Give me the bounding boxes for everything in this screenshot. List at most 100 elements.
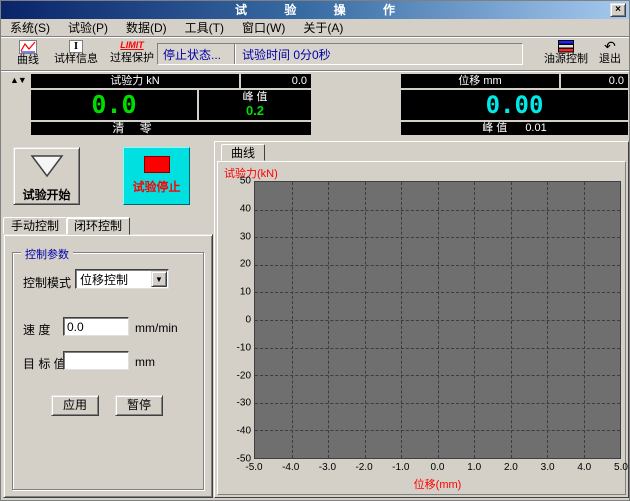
up-down-arrows-icon: ▲▼	[10, 75, 26, 85]
x-tick-label: -5.0	[245, 462, 262, 473]
test-start-button[interactable]: 试验开始	[13, 147, 80, 205]
y-tick-label: 0	[245, 315, 251, 326]
menu-item-工具(T)[interactable]: 工具(T)	[176, 20, 233, 36]
chevron-down-icon[interactable]: ▼	[151, 271, 167, 287]
machine-status-text: 停止状态...	[158, 46, 234, 63]
x-tick-label: 1.0	[467, 462, 481, 473]
force-peak-value: 0.2	[199, 104, 311, 118]
displacement-peak-value: 0.01	[525, 122, 546, 135]
speed-input[interactable]	[63, 317, 129, 336]
speed-label: 速 度	[23, 321, 50, 338]
displacement-panel-title: 位移 mm	[401, 74, 559, 88]
start-triangle-icon	[28, 153, 66, 179]
force-zero-button[interactable]: 清 零	[31, 122, 311, 135]
window-title: 试 验 操 作	[1, 1, 629, 19]
chart-content: 试验力(kN) 50403020100-10-20-30-40-50 -5.0-…	[217, 161, 626, 495]
x-tick-label: -1.0	[392, 462, 409, 473]
test-time-text: 试验时间 0分0秒	[235, 46, 331, 63]
tab-闭环控制[interactable]: 闭环控制	[66, 217, 130, 235]
control-mode-value: 位移控制	[76, 271, 151, 288]
gridline-horizontal	[255, 375, 620, 376]
force-peak-box: 峰 值 0.2	[199, 90, 311, 120]
gridline-vertical	[511, 182, 512, 458]
status-box: 停止状态... 试验时间 0分0秒	[157, 43, 523, 65]
y-tick-label: -40	[237, 426, 251, 437]
menu-item-系统(S)[interactable]: 系统(S)	[1, 20, 59, 36]
y-tick-label: 30	[240, 231, 251, 242]
sample-info-icon: I	[69, 40, 83, 53]
x-tick-label: 4.0	[577, 462, 591, 473]
control-mode-select[interactable]: 位移控制 ▼	[75, 269, 169, 289]
x-tick-label: 2.0	[504, 462, 518, 473]
title-bar: 试 验 操 作 ×	[1, 1, 629, 19]
y-tick-label: -10	[237, 342, 251, 353]
control-tab-page: 控制参数 控制模式 位移控制 ▼ 速 度 mm/min 目 标 值 mm 应用 …	[3, 234, 213, 498]
limit-icon: LIMIT	[105, 39, 159, 52]
target-value-input[interactable]	[63, 351, 129, 370]
exit-icon: ↶	[595, 39, 625, 53]
gridline-vertical	[584, 182, 585, 458]
menu-item-数据(D)[interactable]: 数据(D)	[117, 20, 176, 36]
oil-source-toolbar-button[interactable]: 油源控制	[542, 39, 590, 70]
force-small-value: 0.0	[241, 74, 311, 88]
tab-curve[interactable]: 曲线	[221, 144, 265, 161]
process-protect-button-label: 过程保护	[105, 52, 159, 65]
pause-button[interactable]: 暂停	[115, 395, 163, 416]
control-params-group-label: 控制参数	[21, 246, 73, 262]
force-panel-title: 试验力 kN	[31, 74, 239, 88]
oil-source-icon	[558, 40, 574, 53]
tab-手动控制[interactable]: 手动控制	[3, 217, 67, 234]
gridline-horizontal	[255, 348, 620, 349]
control-params-group: 控制参数 控制模式 位移控制 ▼ 速 度 mm/min 目 标 值 mm 应用 …	[12, 252, 204, 490]
exit-button-label: 退出	[595, 53, 625, 66]
x-axis-title: 位移(mm)	[254, 476, 621, 492]
x-tick-label: -4.0	[282, 462, 299, 473]
force-zero-label: 清 零	[31, 122, 239, 135]
target-value-label: 目 标 值	[23, 355, 66, 372]
y-tick-label: -20	[237, 370, 251, 381]
apply-button[interactable]: 应用	[51, 395, 99, 416]
force-peak-label: 峰 值	[199, 90, 311, 104]
displacement-small-value: 0.0	[561, 74, 628, 88]
displacement-panel: 位移 mm 0.0 0.00 峰 值 0.01	[401, 74, 628, 135]
curve-button-label: 曲线	[9, 54, 47, 67]
force-panel: ▲▼ 试验力 kN 0.0 0.0 峰 值 0.2 清 零	[9, 74, 311, 135]
oil-source-button-label: 油源控制	[542, 53, 590, 66]
control-mode-label: 控制模式	[23, 274, 71, 291]
y-axis-ticks: 50403020100-10-20-30-40-50	[218, 181, 251, 459]
control-tabs: 手动控制闭环控制	[3, 217, 129, 235]
x-tick-label: 0.0	[431, 462, 445, 473]
plot-area	[254, 181, 621, 459]
x-tick-label: 5.0	[614, 462, 628, 473]
displacement-main-display: 0.00	[401, 90, 628, 120]
toolbar: 曲线 I 试样信息 LIMIT 过程保护 停止状态... 试验时间 0分0秒 油…	[1, 38, 629, 71]
gridline-horizontal	[255, 430, 620, 431]
stop-square-icon	[144, 156, 170, 173]
x-tick-label: -3.0	[319, 462, 336, 473]
test-start-label: 试验开始	[14, 186, 79, 203]
speed-unit: mm/min	[135, 321, 178, 335]
close-icon[interactable]: ×	[610, 3, 626, 17]
y-tick-label: 10	[240, 287, 251, 298]
process-protect-toolbar-button[interactable]: LIMIT 过程保护	[105, 39, 159, 70]
curve-toolbar-button[interactable]: 曲线	[9, 39, 47, 70]
sample-info-toolbar-button[interactable]: I 试样信息	[51, 39, 101, 70]
exit-toolbar-button[interactable]: ↶ 退出	[595, 39, 625, 70]
y-tick-label: 20	[240, 259, 251, 270]
menu-item-窗口(W)[interactable]: 窗口(W)	[233, 20, 294, 36]
x-axis-ticks: -5.0-4.0-3.0-2.0-1.00.01.02.03.04.05.0	[254, 462, 621, 474]
menu-item-关于(A)[interactable]: 关于(A)	[294, 20, 352, 36]
x-tick-label: 3.0	[541, 462, 555, 473]
displacement-peak-label: 峰 值	[482, 122, 507, 135]
gridline-horizontal	[255, 320, 620, 321]
menu-bar: 系统(S)试验(P)数据(D)工具(T)窗口(W)关于(A)	[1, 19, 629, 37]
gridline-vertical	[547, 182, 548, 458]
chart-panel: 曲线 试验力(kN) 50403020100-10-20-30-40-50 -5…	[214, 141, 629, 498]
gridline-horizontal	[255, 403, 620, 404]
curve-icon	[19, 40, 37, 54]
test-stop-button[interactable]: 试验停止	[123, 147, 190, 205]
menu-item-试验(P)[interactable]: 试验(P)	[59, 20, 117, 36]
app-window: { "window": { "title": "试 验 操 作" }, "ico…	[0, 0, 630, 501]
x-tick-label: -2.0	[355, 462, 372, 473]
gridline-vertical	[474, 182, 475, 458]
